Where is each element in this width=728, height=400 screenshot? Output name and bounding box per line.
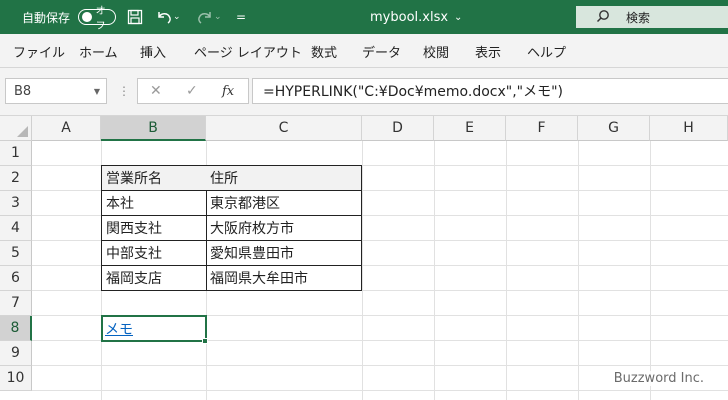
- formula-input[interactable]: =HYPERLINK("C:¥Doc¥memo.docx","メモ"): [252, 78, 728, 104]
- gridline: [362, 141, 363, 400]
- customize-qat-icon[interactable]: =: [236, 0, 246, 34]
- column-header-a[interactable]: A: [32, 116, 101, 141]
- row-header-3[interactable]: 3: [0, 191, 32, 216]
- name-box-value: B8: [14, 83, 32, 99]
- cell-c6[interactable]: 福岡県大牟田市: [206, 266, 362, 291]
- column-header-b[interactable]: B: [101, 116, 206, 141]
- file-name[interactable]: mybool.xlsx ⌄: [370, 0, 462, 34]
- row-header-4[interactable]: 4: [0, 216, 32, 241]
- formula-bar: B8 ▼ ⋮ ✕ ✓ fx =HYPERLINK("C:¥Doc¥memo.do…: [0, 68, 728, 116]
- worksheet-grid[interactable]: A B C D E F G H 1 2 3 4 5 6 7 8 9 10 営業所…: [0, 116, 728, 400]
- title-bar: 自動保存 オフ ⌄ ⌄ = mybool.xlsx ⌄ 検索: [0, 0, 728, 34]
- column-header-g[interactable]: G: [578, 116, 650, 141]
- select-all-button[interactable]: [0, 116, 32, 141]
- file-name-label: mybool.xlsx: [370, 9, 449, 25]
- tab-formulas[interactable]: 数式: [311, 34, 337, 68]
- column-header-e[interactable]: E: [434, 116, 506, 141]
- gridline: [434, 141, 435, 400]
- cell-b4[interactable]: 関西支社: [101, 216, 207, 241]
- tab-data[interactable]: データ: [362, 34, 401, 68]
- column-header-h[interactable]: H: [650, 116, 728, 141]
- autosave-label: 自動保存: [22, 10, 71, 25]
- tab-help[interactable]: ヘルプ: [527, 34, 566, 68]
- undo-dropdown-icon[interactable]: ⌄: [173, 12, 181, 22]
- row-header-6[interactable]: 6: [0, 266, 32, 291]
- gridline: [32, 365, 728, 366]
- gridline: [578, 141, 579, 400]
- cell-c5[interactable]: 愛知県豊田市: [206, 241, 362, 266]
- cell-c2[interactable]: 住所: [206, 165, 362, 191]
- select-all-icon: [17, 126, 28, 137]
- gridline: [32, 390, 728, 391]
- fill-handle[interactable]: [202, 338, 208, 344]
- tab-file[interactable]: ファイル: [13, 34, 65, 68]
- active-cell-border: [101, 315, 207, 342]
- row-header-2[interactable]: 2: [0, 166, 32, 191]
- column-header-f[interactable]: F: [506, 116, 578, 141]
- cell-c4[interactable]: 大阪府枚方市: [206, 216, 362, 241]
- column-header-d[interactable]: D: [362, 116, 434, 141]
- row-header-5[interactable]: 5: [0, 241, 32, 266]
- cell-b2[interactable]: 営業所名: [101, 165, 207, 191]
- search-input[interactable]: 検索: [576, 6, 728, 28]
- cell-b6[interactable]: 福岡支店: [101, 266, 207, 291]
- autosave-state: オフ: [95, 6, 106, 32]
- autosave-toggle[interactable]: オフ: [78, 6, 116, 32]
- tab-review[interactable]: 校閲: [423, 34, 449, 68]
- row-header-9[interactable]: 9: [0, 341, 32, 366]
- name-box[interactable]: B8 ▼: [5, 78, 107, 104]
- formula-buttons: ✕ ✓ fx: [137, 78, 249, 104]
- gridline: [650, 141, 651, 400]
- watermark: Buzzword Inc.: [611, 371, 706, 386]
- ribbon-tabs: ファイル ホーム 挿入 ページ レイアウト 数式 データ 校閲 表示 ヘルプ: [0, 34, 728, 68]
- cell-c3[interactable]: 東京都港区: [206, 191, 362, 216]
- save-icon[interactable]: [127, 0, 143, 34]
- search-placeholder: 検索: [626, 10, 651, 25]
- gridline: [506, 141, 507, 400]
- chevron-down-icon: ⌄: [454, 11, 463, 23]
- cell-b3[interactable]: 本社: [101, 191, 207, 216]
- tab-view[interactable]: 表示: [475, 34, 501, 68]
- enter-icon[interactable]: ✓: [186, 79, 198, 103]
- toggle-knob: [82, 12, 92, 22]
- row-header-7[interactable]: 7: [0, 291, 32, 316]
- name-box-dropdown-icon[interactable]: ▼: [94, 87, 100, 96]
- redo-dropdown-icon: ⌄: [214, 12, 222, 22]
- row-header-1[interactable]: 1: [0, 141, 32, 166]
- tab-insert[interactable]: 挿入: [140, 34, 166, 68]
- row-header-8[interactable]: 8: [0, 316, 32, 341]
- tab-home[interactable]: ホーム: [79, 34, 118, 68]
- formula-bar-resize-handle[interactable]: ⋮: [118, 78, 130, 104]
- row-header-10[interactable]: 10: [0, 366, 32, 391]
- undo-icon[interactable]: ⌄: [155, 0, 181, 34]
- cell-b5[interactable]: 中部支社: [101, 241, 207, 266]
- tab-page-layout[interactable]: ページ レイアウト: [194, 34, 302, 68]
- column-header-c[interactable]: C: [206, 116, 362, 141]
- search-icon: [596, 9, 610, 26]
- cancel-icon[interactable]: ✕: [150, 79, 162, 103]
- redo-icon: ⌄: [196, 0, 222, 34]
- insert-function-icon[interactable]: fx: [222, 79, 234, 103]
